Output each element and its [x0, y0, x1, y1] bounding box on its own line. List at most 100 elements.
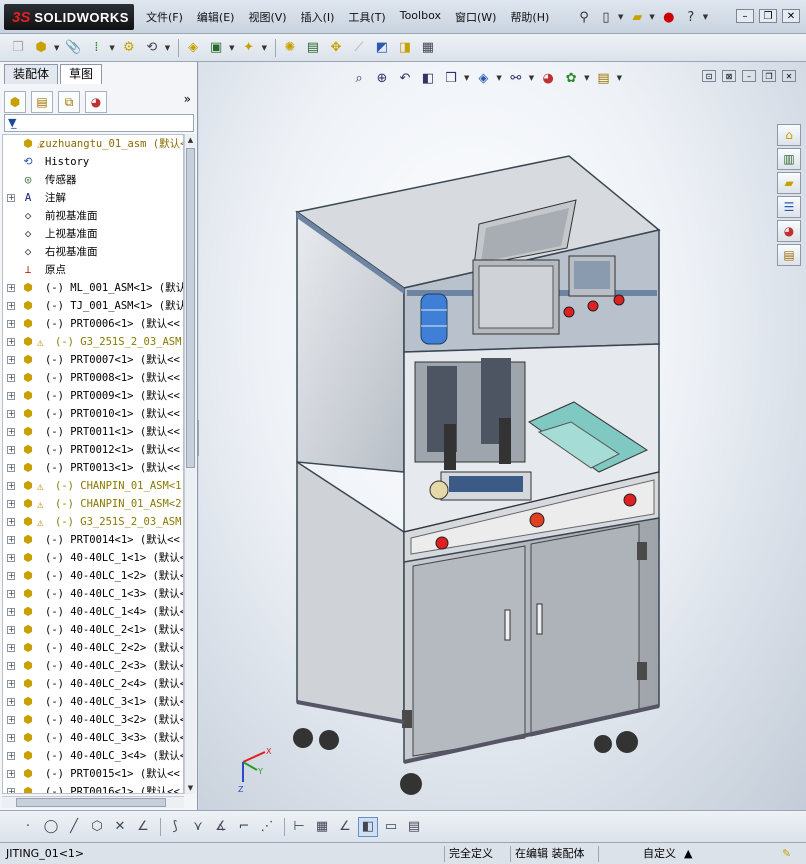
tree-item[interactable]: + ⬢ ⚠ (-) G3_251S_2_03_ASM: [3, 513, 183, 531]
explode-line-sketch-icon[interactable]: ⟋: [349, 38, 369, 58]
mate-icon[interactable]: 📎: [63, 38, 83, 58]
menu-file[interactable]: 文件(F): [146, 9, 183, 25]
expand-icon[interactable]: +: [7, 572, 15, 580]
new-document-icon[interactable]: ▯: [596, 7, 616, 27]
expand-icon[interactable]: +: [7, 554, 15, 562]
exploded-view-icon[interactable]: ✥: [326, 38, 346, 58]
scroll-up-icon[interactable]: ▲: [185, 134, 196, 146]
tree-item[interactable]: + ⬢ (-) 40-40LC_1<1> (默认<: [3, 549, 183, 567]
expand-icon[interactable]: +: [7, 302, 15, 310]
tree-horizontal-scrollbar[interactable]: [2, 796, 184, 808]
filter-icon[interactable]: ▼̲: [8, 116, 16, 129]
expand-icon[interactable]: +: [7, 590, 15, 598]
instant3d-icon[interactable]: ▦: [418, 38, 438, 58]
tree-item[interactable]: + ⬢ (-) 40-40LC_1<2> (默认<: [3, 567, 183, 585]
menu-insert[interactable]: 插入(I): [301, 9, 335, 25]
tree-item[interactable]: + A 注解: [3, 189, 183, 207]
scroll-thumb[interactable]: [186, 148, 195, 468]
expand-chevron-icon[interactable]: »: [184, 92, 191, 106]
minimize-icon[interactable]: –: [736, 9, 754, 23]
tree-item[interactable]: + ⬢ (-) 40-40LC_2<1> (默认<: [3, 621, 183, 639]
show-hidden-icon[interactable]: ◈: [183, 38, 203, 58]
tree-item[interactable]: + ⬢ (-) 40-40LC_3<4> (默认<: [3, 747, 183, 765]
solidworks-resources-icon[interactable]: ⌂: [777, 124, 801, 146]
close-icon[interactable]: ✕: [782, 9, 800, 23]
mirror-icon[interactable]: ∡: [211, 817, 231, 837]
rebuild-icon[interactable]: ✎: [782, 846, 791, 862]
expand-icon[interactable]: +: [7, 518, 15, 526]
layout-icon[interactable]: ▭: [381, 817, 401, 837]
expand-icon[interactable]: +: [7, 320, 15, 328]
tree-vertical-scrollbar[interactable]: ▲ ▼: [184, 134, 196, 794]
expand-icon[interactable]: +: [7, 356, 15, 364]
trim-icon[interactable]: ✕: [110, 817, 130, 837]
grid-icon[interactable]: ▦: [312, 817, 332, 837]
expand-icon[interactable]: +: [7, 410, 15, 418]
tree-item[interactable]: + ⬢ (-) 40-40LC_2<4> (默认<: [3, 675, 183, 693]
new-motion-study-icon[interactable]: ✺: [280, 38, 300, 58]
offset-icon[interactable]: ⟆: [165, 817, 185, 837]
chevron-down-icon[interactable]: ▼: [649, 13, 654, 21]
filter-box[interactable]: ▼̲: [4, 114, 194, 132]
move-component-icon[interactable]: ⟲: [142, 38, 162, 58]
scroll-thumb[interactable]: [16, 798, 166, 807]
tree-item[interactable]: + ⬢ (-) ML_001_ASM<1> (默认: [3, 279, 183, 297]
tree-item[interactable]: + ⬢ (-) PRT0009<1> (默认<<: [3, 387, 183, 405]
interference-detection-icon[interactable]: ◩: [372, 38, 392, 58]
assembly-features-icon[interactable]: ▣: [206, 38, 226, 58]
model-3d-view[interactable]: [199, 62, 806, 810]
expand-icon[interactable]: +: [7, 698, 15, 706]
expand-icon[interactable]: +: [7, 374, 15, 382]
expand-icon[interactable]: +: [7, 608, 15, 616]
extend-icon[interactable]: ∠: [133, 817, 153, 837]
expand-icon[interactable]: +: [7, 428, 15, 436]
tree-item[interactable]: + ⬢ (-) 40-40LC_3<3> (默认<: [3, 729, 183, 747]
expand-icon[interactable]: +: [7, 680, 15, 688]
expand-icon[interactable]: +: [7, 752, 15, 760]
tab-sketch[interactable]: 草图: [60, 64, 103, 84]
point-icon[interactable]: ·: [18, 817, 38, 837]
menu-toolbox[interactable]: Toolbox: [400, 9, 441, 25]
tree-item[interactable]: + ⬢ (-) PRT0016<1> (默认<<: [3, 783, 183, 793]
tree-item[interactable]: + ⬢ ⚠ (-) G3_251S_2_03_ASM: [3, 333, 183, 351]
clearance-verification-icon[interactable]: ◨: [395, 38, 415, 58]
expand-icon[interactable]: +: [7, 392, 15, 400]
feature-manager-icon[interactable]: ⬢: [4, 91, 26, 113]
angle-icon[interactable]: ∠: [335, 817, 355, 837]
tree-item[interactable]: ◇ 前视基准面: [3, 207, 183, 225]
tree-item[interactable]: ⬢ ⚠ zuzhuangtu_01_asm (默认<: [3, 135, 183, 153]
tree-item[interactable]: + ⬢ (-) 40-40LC_1<4> (默认<: [3, 603, 183, 621]
expand-icon[interactable]: +: [7, 446, 15, 454]
tree-item[interactable]: ◎ 传感器: [3, 171, 183, 189]
menu-edit[interactable]: 编辑(E): [197, 9, 235, 25]
tree-item[interactable]: + ⬢ (-) 40-40LC_1<3> (默认<: [3, 585, 183, 603]
expand-icon[interactable]: +: [7, 644, 15, 652]
bill-of-materials-icon[interactable]: ▤: [303, 38, 323, 58]
menu-view[interactable]: 视图(V): [248, 9, 286, 25]
tree-item[interactable]: + ⬢ (-) 40-40LC_3<1> (默认<: [3, 693, 183, 711]
tree-item[interactable]: ◇ 右视基准面: [3, 243, 183, 261]
expand-icon[interactable]: +: [7, 734, 15, 742]
custom-properties-icon[interactable]: ▤: [777, 244, 801, 266]
chevron-down-icon[interactable]: ▼: [262, 44, 267, 52]
3d-sketch-icon[interactable]: ◧: [358, 816, 378, 837]
expand-icon[interactable]: +: [7, 482, 15, 490]
expand-icon[interactable]: +: [7, 500, 15, 508]
chevron-down-icon[interactable]: ▼: [229, 44, 234, 52]
polygon-icon[interactable]: ⬡: [87, 817, 107, 837]
tree-item[interactable]: + ⬢ (-) TJ_001_ASM<1> (默认: [3, 297, 183, 315]
solidworks-logo[interactable]: 3S SOLIDWORKS: [4, 4, 134, 30]
expand-icon[interactable]: +: [7, 716, 15, 724]
pin-icon[interactable]: ⚲: [574, 7, 594, 27]
scroll-down-icon[interactable]: ▼: [185, 782, 196, 794]
file-explorer-icon[interactable]: ▰: [777, 172, 801, 194]
convert-entities-icon[interactable]: ⋎: [188, 817, 208, 837]
expand-icon[interactable]: +: [7, 788, 15, 793]
tree-item[interactable]: + ⬢ (-) PRT0007<1> (默认<<: [3, 351, 183, 369]
chevron-down-icon[interactable]: ▼: [618, 13, 623, 21]
expand-icon[interactable]: +: [7, 626, 15, 634]
expand-icon[interactable]: +: [7, 536, 15, 544]
tree-item[interactable]: + ⬢ (-) PRT0011<1> (默认<<: [3, 423, 183, 441]
tree-item[interactable]: + ⬢ (-) 40-40LC_2<3> (默认<: [3, 657, 183, 675]
chevron-down-icon[interactable]: ▼: [109, 44, 114, 52]
